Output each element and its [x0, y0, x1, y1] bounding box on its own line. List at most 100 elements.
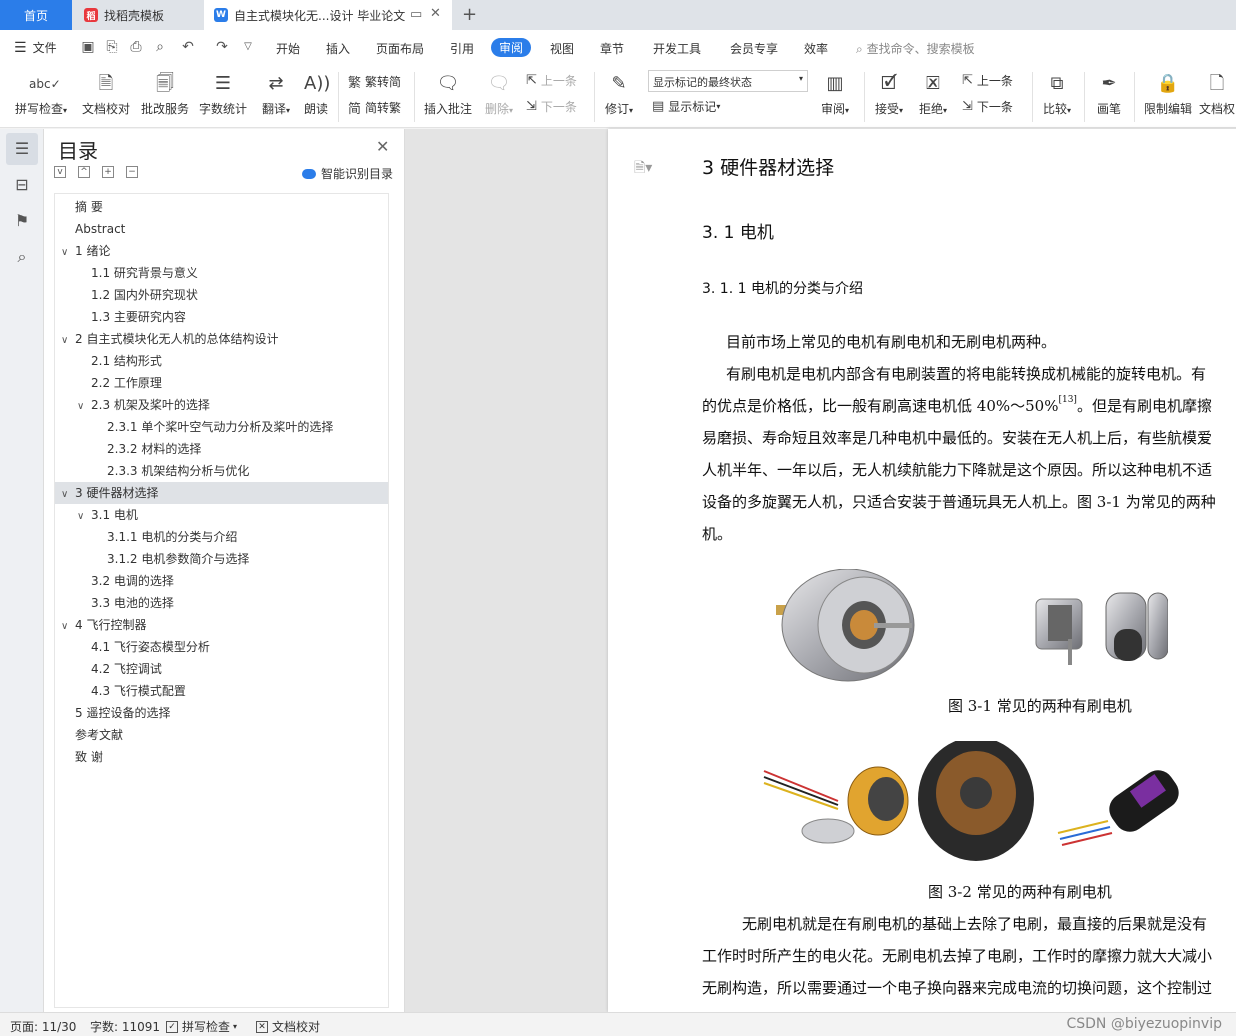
- toc-item-label: 4.2 飞控调试: [91, 662, 162, 676]
- toc-item[interactable]: ∨ 3.1 电机: [55, 504, 388, 526]
- smart-recognize-toc-button[interactable]: 智能识别目录: [302, 165, 393, 182]
- next-comment-button[interactable]: ⇲ 下一条: [526, 98, 577, 115]
- find-icon[interactable]: ⌕: [6, 241, 38, 273]
- add-heading-icon[interactable]: +: [102, 166, 114, 178]
- toc-item[interactable]: 致 谢: [55, 746, 388, 768]
- menu-view[interactable]: 视图: [550, 40, 574, 57]
- doc-auth-button[interactable]: 🗋 文档权: [1198, 72, 1236, 117]
- chevron-down-icon[interactable]: ∨: [61, 330, 75, 352]
- chevron-down-icon[interactable]: ∨: [61, 484, 75, 506]
- toc-item[interactable]: 4.1 飞行姿态模型分析: [55, 636, 388, 658]
- paragraph-line: 无刷构造，所以需要通过一个电子换向器来完成电流的切换问题，这个控制过: [702, 979, 1213, 997]
- toc-item[interactable]: 2.3.3 机架结构分析与优化: [55, 460, 388, 482]
- doc-proof-button[interactable]: 🗎 文档校对: [78, 72, 134, 117]
- show-markup-button[interactable]: ▤ 显示标记 ▾: [652, 98, 720, 115]
- toc-item[interactable]: ∨ 2.3 机架及桨叶的选择: [55, 394, 388, 416]
- print-icon[interactable]: ⎙: [128, 39, 144, 55]
- tab-document[interactable]: W 自主式模块化无...设计 毕业论文 ▭ ✕: [204, 0, 452, 30]
- toc-item[interactable]: Abstract: [55, 218, 388, 240]
- undo-icon[interactable]: ↶: [180, 39, 196, 55]
- chevron-down-icon[interactable]: ∨: [77, 396, 91, 418]
- toc-item[interactable]: 3.2 电调的选择: [55, 570, 388, 592]
- next-change-button[interactable]: ⇲ 下一条: [962, 98, 1013, 115]
- toc-nav-icon[interactable]: ☰: [6, 133, 38, 165]
- close-icon[interactable]: ✕: [376, 137, 389, 156]
- toc-item[interactable]: 1.1 研究背景与意义: [55, 262, 388, 284]
- revise-button[interactable]: ✎ 修订▾: [600, 72, 638, 117]
- monitor-icon[interactable]: ▭: [410, 7, 422, 22]
- save-icon[interactable]: ▣: [80, 39, 96, 55]
- menu-devtools[interactable]: 开发工具: [653, 40, 701, 57]
- file-menu[interactable]: ☰ 文件: [14, 39, 57, 56]
- redo-icon[interactable]: ↷: [214, 39, 230, 55]
- read-aloud-button[interactable]: A)) 朗读: [300, 72, 332, 117]
- restrict-edit-button[interactable]: 🔒 限制编辑: [1140, 72, 1196, 117]
- toc-item[interactable]: 3.1.2 电机参数简介与选择: [55, 548, 388, 570]
- word-count-button[interactable]: ☰ 字数统计: [196, 72, 250, 117]
- toc-item[interactable]: 4.2 飞控调试: [55, 658, 388, 680]
- chevron-down-icon[interactable]: ∨: [61, 616, 75, 638]
- doc-proof-status[interactable]: ✕ 文档校对: [256, 1018, 320, 1035]
- toc-item[interactable]: ∨ 4 飞行控制器: [55, 614, 388, 636]
- remove-heading-icon[interactable]: −: [126, 166, 138, 178]
- tab-template[interactable]: 稻 找稻壳模板: [74, 0, 202, 30]
- toc-item[interactable]: 2.2 工作原理: [55, 372, 388, 394]
- toc-item[interactable]: 参考文献: [55, 724, 388, 746]
- markup-state-select[interactable]: 显示标记的最终状态 ▾: [648, 70, 808, 92]
- toc-item[interactable]: 摘 要: [55, 196, 388, 218]
- menu-chapter[interactable]: 章节: [600, 40, 624, 57]
- toc-item[interactable]: ∨ 1 绪论: [55, 240, 388, 262]
- prev-change-button[interactable]: ⇱ 上一条: [962, 72, 1013, 89]
- chevron-down-icon[interactable]: ∨: [77, 506, 91, 528]
- document-page[interactable]: 🗎▾ 3 硬件器材选择 3. 1 电机 3. 1. 1 电机的分类与介绍 目前市…: [608, 129, 1236, 1012]
- command-search[interactable]: ⌕ 查找命令、搜索模板: [856, 40, 975, 57]
- menu-references[interactable]: 引用: [450, 40, 474, 57]
- delete-comment-button[interactable]: 🗨 删除▾: [480, 72, 518, 117]
- simp-to-trad-button[interactable]: 简简转繁: [348, 98, 401, 117]
- toc-item[interactable]: 4.3 飞行模式配置: [55, 680, 388, 702]
- word-count-indicator[interactable]: 字数: 11091: [90, 1018, 160, 1035]
- preview-icon[interactable]: ⌕: [152, 39, 168, 55]
- revise-service-button[interactable]: 🗐 批改服务: [138, 72, 192, 117]
- tab-home[interactable]: 首页: [0, 0, 72, 30]
- bookmark-icon[interactable]: ⚑: [6, 205, 38, 237]
- menu-layout[interactable]: 页面布局: [376, 40, 424, 57]
- pen-button[interactable]: ✒ 画笔: [1090, 72, 1128, 117]
- toc-item[interactable]: 1.3 主要研究内容: [55, 306, 388, 328]
- new-tab-icon[interactable]: +: [462, 4, 477, 25]
- translate-button[interactable]: ⇄ 翻译▾: [256, 72, 296, 117]
- toc-item[interactable]: ∨ 2 自主式模块化无人机的总体结构设计: [55, 328, 388, 350]
- toc-item[interactable]: 2.3.1 单个桨叶空气动力分析及桨叶的选择: [55, 416, 388, 438]
- menu-insert[interactable]: 插入: [326, 40, 350, 57]
- menu-review[interactable]: 审阅: [491, 38, 532, 57]
- trad-to-simp-button[interactable]: 繁繁转简: [348, 72, 401, 91]
- compare-button[interactable]: ⧉ 比较▾: [1038, 72, 1076, 117]
- review-pane-button[interactable]: ▥ 审阅▾: [814, 72, 856, 117]
- menu-member[interactable]: 会员专享: [730, 40, 778, 57]
- expand-up-icon[interactable]: ^: [78, 166, 90, 178]
- reject-button[interactable]: 🗷 拒绝▾: [914, 72, 952, 117]
- customize-icon[interactable]: ▽: [240, 39, 256, 55]
- spell-check-button[interactable]: abc✓ 拼写检查▾: [10, 72, 72, 117]
- page-options-icon[interactable]: 🗎▾: [634, 157, 652, 181]
- menu-start[interactable]: 开始: [276, 40, 300, 57]
- accept-button[interactable]: 🗹 接受▾: [870, 72, 908, 117]
- spell-check-status[interactable]: ✓ 拼写检查 ▾: [166, 1018, 237, 1035]
- toc-item[interactable]: 3.3 电池的选择: [55, 592, 388, 614]
- page-indicator[interactable]: 页面: 11/30: [10, 1018, 76, 1035]
- toc-item[interactable]: 3.1.1 电机的分类与介绍: [55, 526, 388, 548]
- toc-item[interactable]: ∨ 3 硬件器材选择: [55, 482, 388, 504]
- insert-comment-button[interactable]: 🗨 插入批注: [420, 72, 476, 117]
- chapter-nav-icon[interactable]: ⊟: [6, 169, 38, 201]
- toc-item[interactable]: 2.3.2 材料的选择: [55, 438, 388, 460]
- toc-item[interactable]: 2.1 结构形式: [55, 350, 388, 372]
- close-tab-icon[interactable]: ✕: [430, 6, 441, 21]
- toc-item-label: 1.3 主要研究内容: [91, 310, 186, 324]
- export-icon[interactable]: ⎘: [104, 39, 120, 55]
- toc-item[interactable]: 5 遥控设备的选择: [55, 702, 388, 724]
- chevron-down-icon[interactable]: ∨: [61, 242, 75, 264]
- toc-item[interactable]: 1.2 国内外研究现状: [55, 284, 388, 306]
- collapse-all-icon[interactable]: v: [54, 166, 66, 178]
- menu-efficiency[interactable]: 效率: [804, 40, 828, 57]
- prev-comment-button[interactable]: ⇱ 上一条: [526, 72, 577, 89]
